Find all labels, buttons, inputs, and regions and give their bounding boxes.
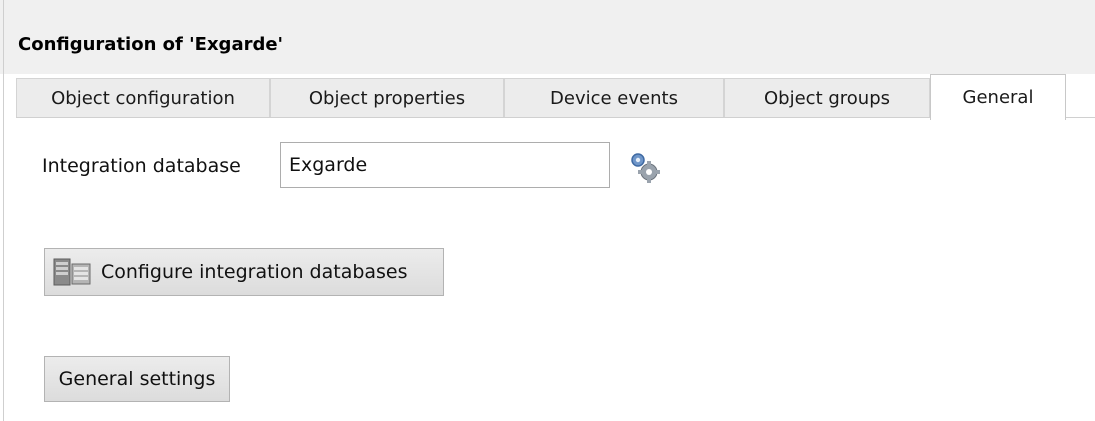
window-edge: [3, 0, 4, 421]
tab-device-events[interactable]: Device events: [504, 78, 724, 118]
tab-object-groups[interactable]: Object groups: [724, 78, 930, 118]
configure-integration-databases-button[interactable]: Configure integration databases: [44, 248, 444, 296]
tab-object-properties[interactable]: Object properties: [270, 78, 504, 118]
configure-integration-databases-label: Configure integration databases: [101, 261, 408, 283]
integration-database-field[interactable]: [280, 142, 610, 188]
general-settings-button[interactable]: General settings: [44, 356, 230, 402]
gear-icon[interactable]: [626, 148, 664, 186]
window-title: Configuration of 'Exgarde': [18, 34, 284, 55]
tab-strip: Object configuration Object properties D…: [16, 74, 1095, 120]
tab-object-configuration[interactable]: Object configuration: [16, 78, 270, 118]
database-icon: [53, 256, 93, 288]
integration-database-label: Integration database: [42, 155, 241, 177]
tab-general[interactable]: General: [930, 74, 1066, 120]
